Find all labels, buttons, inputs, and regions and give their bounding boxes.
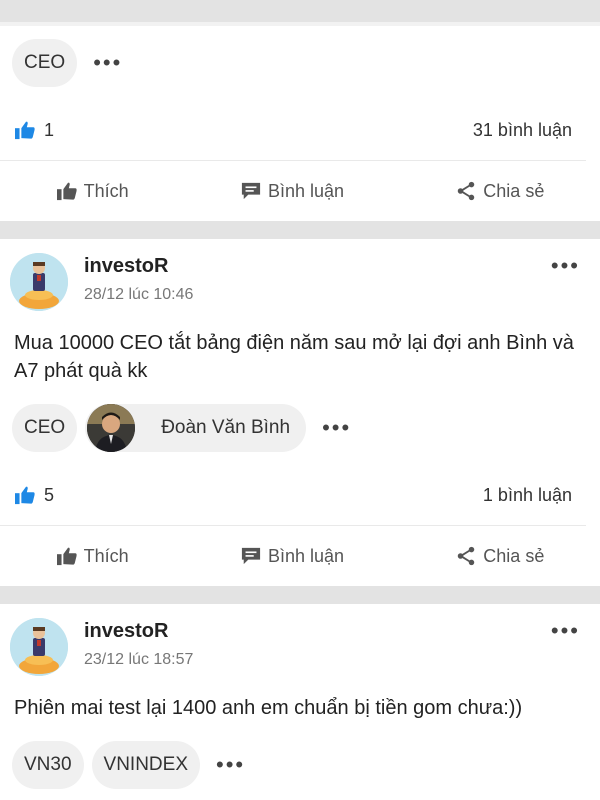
comment-button[interactable]: Bình luận <box>240 546 344 567</box>
more-tags-icon[interactable]: ••• <box>314 417 359 439</box>
tags-row: VN30 VNINDEX ••• <box>0 741 600 789</box>
likes-number: 5 <box>44 484 55 505</box>
investor-avatar-icon <box>10 618 68 676</box>
more-tags-icon[interactable]: ••• <box>85 52 130 74</box>
person-avatar <box>87 404 136 452</box>
like-button[interactable]: Thích <box>56 181 129 202</box>
author-name[interactable]: investoR <box>84 255 193 278</box>
share-label: Chia sẻ <box>483 180 545 201</box>
stats-row: 5 1 bình luận <box>0 465 586 526</box>
thumbs-up-icon <box>15 486 35 505</box>
likes-number: 1 <box>44 119 55 140</box>
post-text: Phiên mai test lại 1400 anh em chuẩn bị … <box>14 697 523 719</box>
post-card: CEO ••• 1 31 bình luận Thích Bình luận C… <box>0 26 600 221</box>
tags-row: CEO ••• <box>0 26 600 87</box>
comment-button[interactable]: Bình luận <box>240 181 344 202</box>
like-label: Thích <box>83 180 129 201</box>
tags-row: CEO Đoàn Văn Bình ••• <box>0 404 600 452</box>
like-button[interactable]: Thích <box>56 546 129 567</box>
thumbs-up-icon <box>15 121 35 140</box>
post-card: investoR 28/12 lúc 10:46 ••• Mua 10000 C… <box>0 239 600 586</box>
stock-tag-ceo[interactable]: CEO <box>12 39 78 87</box>
share-icon <box>458 181 475 201</box>
post-actions: Thích Bình luận Chia sẻ <box>0 161 600 221</box>
likes-count[interactable]: 1 <box>14 120 54 141</box>
author-avatar[interactable] <box>10 253 68 311</box>
thumbs-up-icon <box>56 182 77 201</box>
comments-count[interactable]: 1 bình luận <box>483 485 572 506</box>
feed-separator <box>0 586 600 604</box>
investor-avatar-icon <box>10 253 68 311</box>
post-card: investoR 23/12 lúc 18:57 ••• Phiên mai t… <box>0 604 600 789</box>
stats-row: 1 31 bình luận <box>0 100 586 161</box>
post-header: investoR 28/12 lúc 10:46 ••• <box>0 239 600 311</box>
comment-label: Bình luận <box>267 545 345 566</box>
author-block: investoR 23/12 lúc 18:57 <box>84 620 193 669</box>
comment-label: Bình luận <box>267 180 345 201</box>
more-tags-icon[interactable]: ••• <box>208 754 253 776</box>
likes-count[interactable]: 5 <box>14 485 54 506</box>
post-header: investoR 23/12 lúc 18:57 ••• <box>0 604 600 676</box>
comment-icon <box>241 182 261 200</box>
post-time: 28/12 lúc 10:46 <box>84 286 194 303</box>
feed-separator <box>0 221 600 239</box>
thumbs-up-icon <box>56 547 77 566</box>
comments-count[interactable]: 31 bình luận <box>473 120 572 141</box>
person-tag[interactable]: Đoàn Văn Bình <box>85 404 307 452</box>
author-name[interactable]: investoR <box>84 620 193 643</box>
share-button[interactable]: Chia sẻ <box>455 545 544 567</box>
share-label: Chia sẻ <box>483 545 545 566</box>
share-button[interactable]: Chia sẻ <box>455 180 544 202</box>
stock-tag-vnindex[interactable]: VNINDEX <box>91 741 200 789</box>
author-block: investoR 28/12 lúc 10:46 <box>84 255 193 304</box>
post-menu-icon[interactable]: ••• <box>551 618 580 644</box>
stock-tag-ceo[interactable]: CEO <box>12 404 78 452</box>
post-actions: Thích Bình luận Chia sẻ <box>0 526 600 586</box>
feed-separator <box>0 0 600 26</box>
comment-icon <box>241 547 261 565</box>
post-time: 23/12 lúc 18:57 <box>84 651 194 668</box>
post-text: Mua 10000 CEO tắt bảng điện năm sau mở l… <box>14 332 574 382</box>
author-avatar[interactable] <box>10 618 68 676</box>
stock-tag-vn30[interactable]: VN30 <box>12 741 84 789</box>
share-icon <box>458 546 475 566</box>
feed: CEO ••• 1 31 bình luận Thích Bình luận C… <box>0 0 600 800</box>
post-menu-icon[interactable]: ••• <box>551 253 580 279</box>
person-tag-label: Đoàn Văn Bình <box>161 417 291 438</box>
like-label: Thích <box>83 545 129 566</box>
